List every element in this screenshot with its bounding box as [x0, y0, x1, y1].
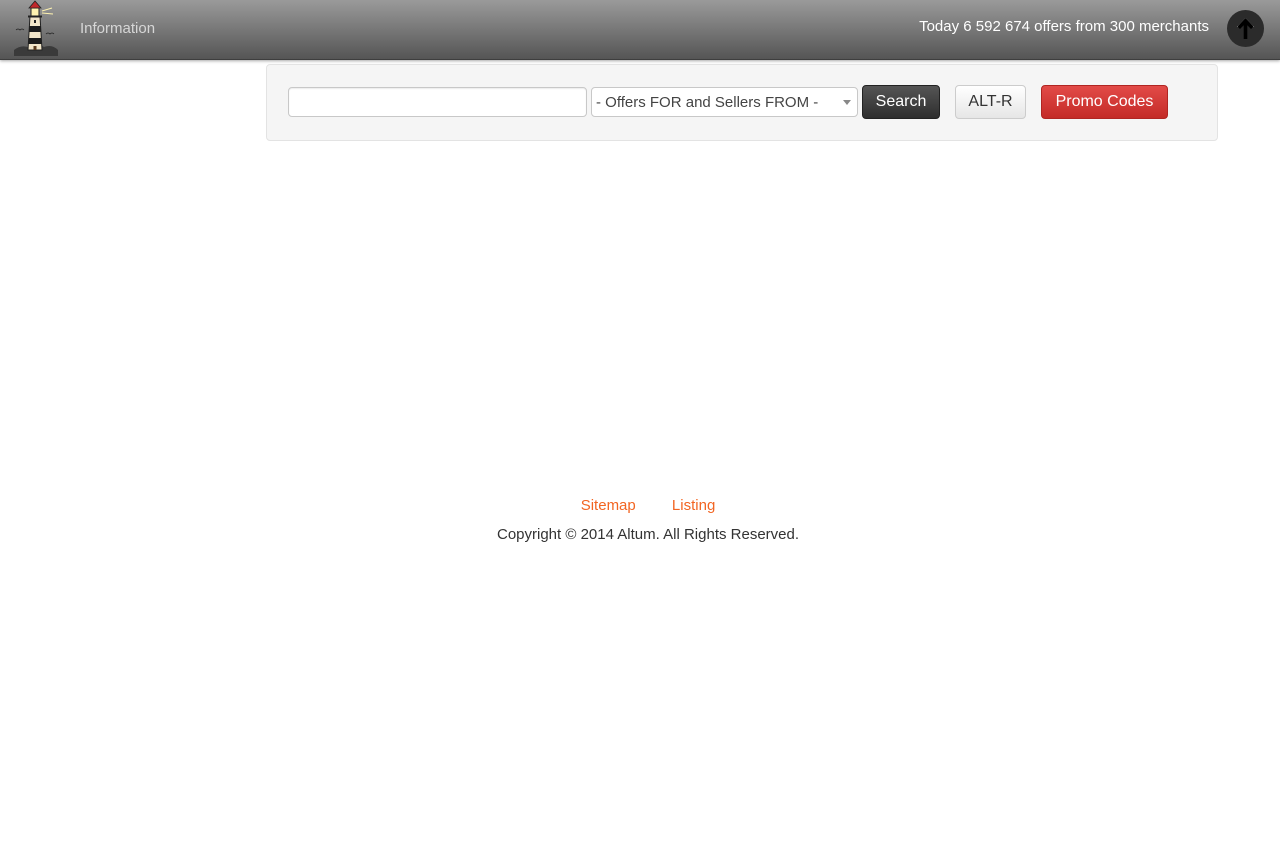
footer-link-listing[interactable]: Listing	[672, 497, 715, 514]
lighthouse-icon[interactable]	[10, 0, 60, 58]
search-panel: - Offers FOR and Sellers FROM - Search A…	[266, 64, 1218, 141]
top-navbar: Information Today 6 592 674 offers from …	[0, 0, 1280, 60]
footer-link-sitemap[interactable]: Sitemap	[581, 497, 636, 514]
search-button[interactable]: Search	[862, 85, 940, 119]
footer-links: Sitemap Listing	[0, 497, 1280, 514]
nav-link-information[interactable]: Information	[80, 20, 155, 37]
copyright-text: Copyright © 2014 Altum. All Rights Reser…	[496, 526, 800, 543]
offers-sellers-filter-select[interactable]: - Offers FOR and Sellers FROM -	[591, 87, 858, 117]
scroll-to-top-button[interactable]	[1227, 10, 1264, 47]
search-input[interactable]	[288, 87, 587, 117]
promo-codes-button[interactable]: Promo Codes	[1041, 85, 1168, 119]
offers-stats-text: Today 6 592 674 offers from 300 merchant…	[919, 18, 1209, 35]
arrow-up-icon	[1237, 18, 1254, 39]
chevron-down-icon	[843, 100, 851, 105]
altr-button[interactable]: ALT-R	[955, 85, 1026, 119]
filter-selected-value: - Offers FOR and Sellers FROM -	[596, 94, 819, 111]
